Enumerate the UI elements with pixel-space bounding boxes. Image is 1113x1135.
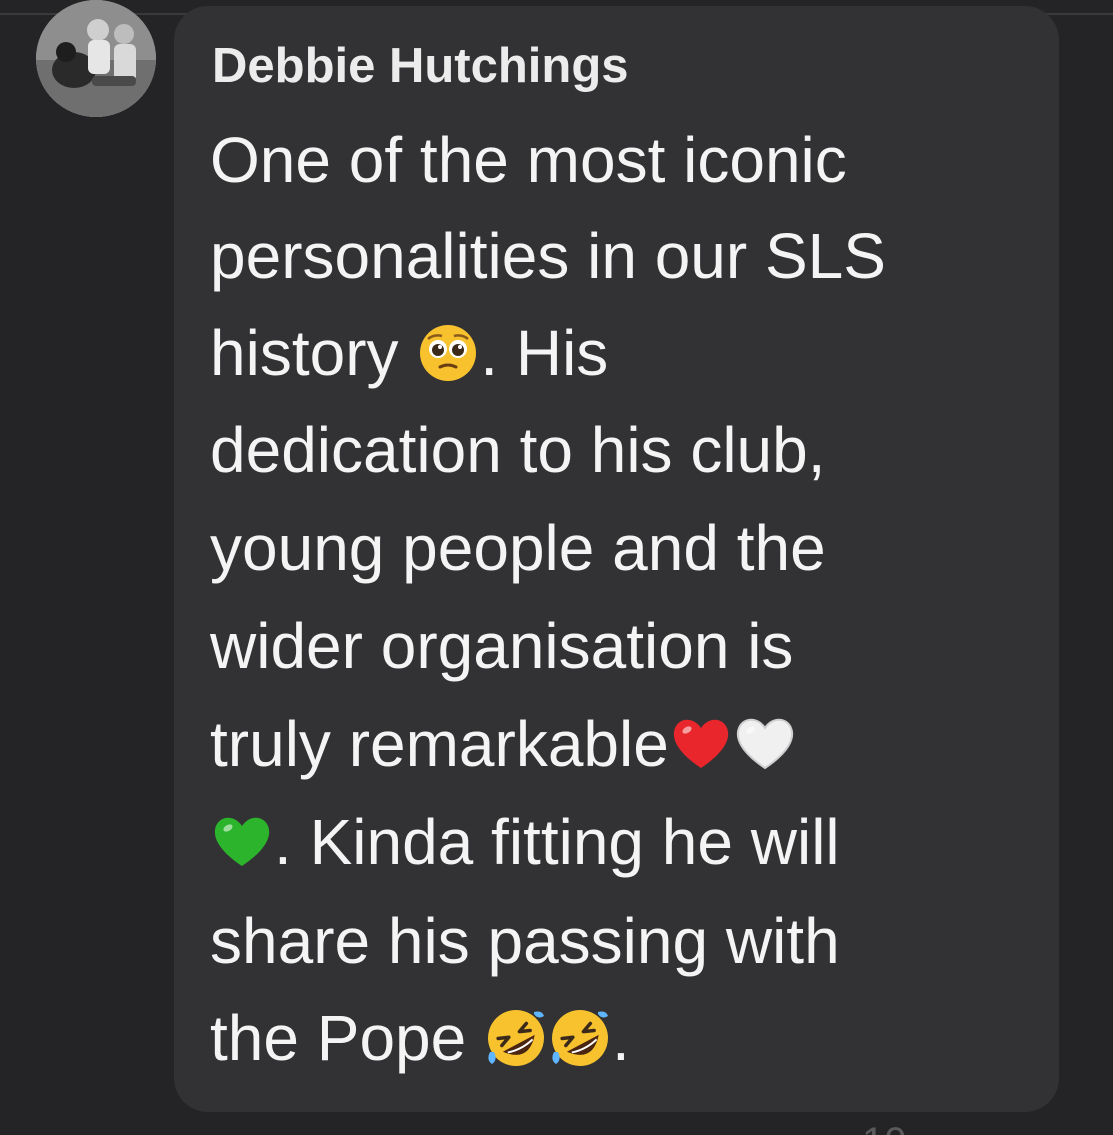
comment-text-segment: young people and the bbox=[210, 512, 826, 584]
white-heart-icon bbox=[733, 712, 797, 776]
comment-text-line: personalities in our SLS bbox=[210, 218, 886, 294]
comment-text-segment: wider organisation is bbox=[210, 610, 794, 682]
comment-text-segment: personalities in our SLS bbox=[210, 220, 886, 292]
pleading-face-icon bbox=[416, 321, 480, 385]
green-heart-icon bbox=[210, 810, 274, 874]
comment-text-segment: share his passing with bbox=[210, 905, 840, 977]
comment-text-line: truly remarkable bbox=[210, 706, 797, 782]
rolling-on-floor-laughing-icon bbox=[484, 1006, 548, 1070]
comment-text-segment: . bbox=[612, 1002, 630, 1074]
comment-text-segment: dedication to his club, bbox=[210, 414, 826, 486]
comment-text-line: One of the most iconic bbox=[210, 122, 847, 198]
profile-photo-icon bbox=[36, 0, 156, 117]
reaction-count: 10 bbox=[862, 1122, 907, 1135]
user-avatar[interactable] bbox=[36, 0, 156, 117]
comment-text-segment: . His bbox=[480, 317, 609, 389]
comment-author-name[interactable]: Debbie Hutchings bbox=[212, 36, 629, 96]
comment-text-line: dedication to his club, bbox=[210, 412, 826, 488]
comment-text-segment: the Pope bbox=[210, 1002, 484, 1074]
comment-text-segment: One of the most iconic bbox=[210, 124, 847, 196]
comment-text-segment: truly remarkable bbox=[210, 708, 669, 780]
red-heart-icon bbox=[669, 712, 733, 776]
comment-text-segment: history bbox=[210, 317, 417, 389]
comment-text-line: the Pope . bbox=[210, 1000, 630, 1076]
comment-text-segment: . Kinda fitting he will bbox=[274, 806, 840, 878]
comment-text-line: . Kinda fitting he will bbox=[210, 804, 840, 880]
comment-text-line: share his passing with bbox=[210, 903, 840, 979]
comment-text-line: young people and the bbox=[210, 510, 826, 586]
comment-text-line: wider organisation is bbox=[210, 608, 793, 684]
rolling-on-floor-laughing-icon bbox=[548, 1006, 612, 1070]
comment-text-line: history . His bbox=[210, 315, 608, 391]
